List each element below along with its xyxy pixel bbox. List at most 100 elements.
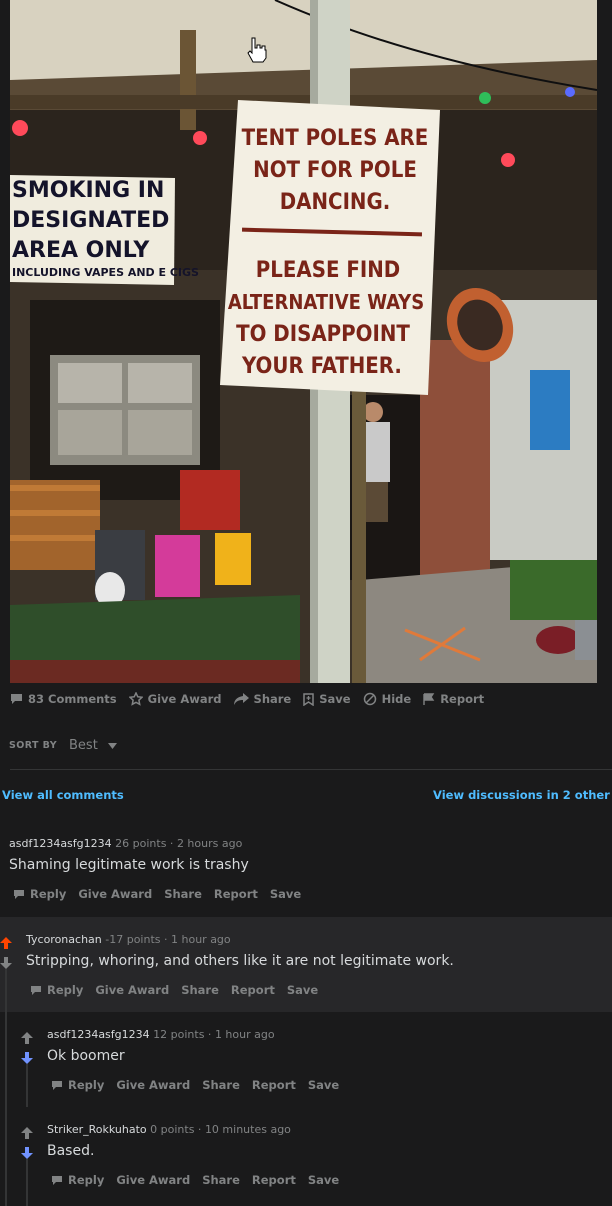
comment-icon	[13, 889, 25, 900]
comment-author[interactable]: Striker_Rokkuhato	[47, 1123, 147, 1136]
report-button[interactable]: Report	[214, 887, 258, 901]
smoking-sign-line-2: DESIGNATED	[12, 208, 169, 233]
report-button[interactable]: Report	[423, 692, 484, 706]
bookmark-icon	[303, 692, 314, 706]
comments-count: 83 Comments	[28, 692, 117, 706]
smoking-sign-line-3: AREA ONLY	[12, 238, 150, 263]
save-label: Save	[319, 692, 351, 706]
comment-actions: Reply Give Award Share Report Save	[30, 983, 318, 997]
comment-body: Stripping, whoring, and others like it a…	[26, 953, 454, 969]
comment-actions: Reply Give Award Share Report Save	[13, 887, 301, 901]
tent-sign-top-line-3: DANCING.	[280, 190, 391, 215]
reply-button[interactable]: Reply	[30, 983, 83, 997]
comment-4: Striker_Rokkuhato 0 points · 10 minutes …	[0, 1107, 612, 1206]
comments-button[interactable]: 83 Comments	[10, 692, 117, 706]
hide-circle-icon	[363, 692, 377, 706]
comment-body: Shaming legitimate work is trashy	[9, 857, 249, 873]
comment-icon	[51, 1175, 63, 1186]
caret-down-icon	[107, 742, 117, 749]
save-button[interactable]: Save	[303, 692, 351, 706]
save-button[interactable]: Save	[270, 887, 301, 901]
comment-body: Ok boomer	[47, 1048, 125, 1064]
comment-meta: Tycoronachan -17 points · 1 hour ago	[26, 933, 231, 946]
comment-3: asdf1234asfg1234 12 points · 1 hour ago …	[0, 1012, 612, 1107]
comment-points: 12 points	[153, 1028, 205, 1041]
comment-time: 1 hour ago	[171, 933, 231, 946]
reply-label: Reply	[68, 1078, 105, 1092]
comment-2: Tycoronachan -17 points · 1 hour ago Str…	[0, 917, 612, 1012]
save-button[interactable]: Save	[287, 983, 318, 997]
tent-sign-bottom-line-1: PLEASE FIND	[256, 258, 401, 283]
comment-points: 26 points	[115, 837, 167, 850]
share-arrow-icon	[233, 693, 249, 705]
report-label: Report	[440, 692, 485, 706]
comment-icon	[10, 693, 23, 705]
comment-icon	[51, 1080, 63, 1091]
comment-icon	[30, 985, 42, 996]
divider	[10, 769, 612, 770]
save-button[interactable]: Save	[308, 1173, 339, 1187]
smoking-sign-line-4: INCLUDING VAPES AND E CIGS	[12, 266, 199, 279]
view-all-comments-link[interactable]: View all comments	[2, 788, 124, 802]
thread-line[interactable]	[5, 969, 7, 1012]
share-button[interactable]: Share	[202, 1173, 240, 1187]
comment-time: 10 minutes ago	[204, 1123, 291, 1136]
comment-1: asdf1234asfg1234 26 points · 2 hours ago…	[0, 830, 612, 915]
comment-points: 0 points	[150, 1123, 195, 1136]
give-award-button[interactable]: Give Award	[116, 1173, 190, 1187]
comment-meta: Striker_Rokkuhato 0 points · 10 minutes …	[47, 1123, 291, 1136]
post-action-bar: 83 Comments Give Award Share Save Hide R…	[10, 688, 484, 710]
sort-value: Best	[69, 738, 98, 753]
share-button[interactable]: Share	[202, 1078, 240, 1092]
comment-sort: SORT BY Best	[9, 738, 117, 753]
comment-actions: Reply Give Award Share Report Save	[51, 1173, 339, 1187]
thread-line[interactable]	[26, 1159, 28, 1206]
comment-meta: asdf1234asfg1234 26 points · 2 hours ago	[9, 837, 243, 850]
reply-label: Reply	[47, 983, 84, 997]
reply-button[interactable]: Reply	[13, 887, 66, 901]
tent-sign-bottom-line-2: ALTERNATIVE WAYS	[228, 290, 424, 314]
hide-button[interactable]: Hide	[363, 692, 412, 706]
upvote-arrow-icon[interactable]	[21, 1124, 33, 1143]
tent-sign-bottom-line-4: YOUR FATHER.	[241, 354, 402, 379]
reply-button[interactable]: Reply	[51, 1173, 104, 1187]
comment-meta: asdf1234asfg1234 12 points · 1 hour ago	[47, 1028, 275, 1041]
sort-label: SORT BY	[9, 740, 57, 751]
view-discussions-link[interactable]: View discussions in 2 other com	[433, 788, 612, 802]
tent-pole-sign: TENT POLES ARE NOT FOR POLE DANCING. PLE…	[220, 100, 440, 395]
smoking-sign-line-1: SMOKING IN	[12, 178, 164, 203]
comment-actions: Reply Give Award Share Report Save	[51, 1078, 339, 1092]
post-image[interactable]: SMOKING IN DESIGNATED AREA ONLY INCLUDIN…	[10, 0, 597, 683]
upvote-arrow-icon[interactable]	[21, 1029, 33, 1048]
comment-author[interactable]: asdf1234asfg1234	[47, 1028, 150, 1041]
share-button[interactable]: Share	[164, 887, 202, 901]
give-award-button[interactable]: Give Award	[116, 1078, 190, 1092]
sort-dropdown[interactable]: Best	[69, 738, 117, 753]
comment-author[interactable]: Tycoronachan	[26, 933, 102, 946]
give-award-button[interactable]: Give Award	[95, 983, 169, 997]
post-image-scene: SMOKING IN DESIGNATED AREA ONLY INCLUDIN…	[10, 0, 597, 683]
comment-points: -17 points	[105, 933, 161, 946]
share-button[interactable]: Share	[181, 983, 219, 997]
save-button[interactable]: Save	[308, 1078, 339, 1092]
report-button[interactable]: Report	[252, 1078, 296, 1092]
report-button[interactable]: Report	[252, 1173, 296, 1187]
upvote-arrow-icon[interactable]	[0, 934, 12, 953]
give-award-label: Give Award	[147, 692, 222, 706]
share-button[interactable]: Share	[233, 692, 291, 706]
reply-button[interactable]: Reply	[51, 1078, 104, 1092]
give-award-button[interactable]: Give Award	[128, 692, 222, 706]
comment-time: 1 hour ago	[214, 1028, 275, 1041]
comment-author[interactable]: asdf1234asfg1234	[9, 837, 112, 850]
award-icon	[128, 692, 143, 706]
comment-time: 2 hours ago	[176, 837, 243, 850]
report-button[interactable]: Report	[231, 983, 275, 997]
give-award-button[interactable]: Give Award	[78, 887, 152, 901]
tent-sign-top-line-1: TENT POLES ARE	[242, 126, 429, 151]
flag-icon	[423, 692, 435, 706]
reply-label: Reply	[30, 887, 67, 901]
thread-line[interactable]	[26, 1064, 28, 1107]
hide-label: Hide	[381, 692, 412, 706]
smoking-sign: SMOKING IN DESIGNATED AREA ONLY INCLUDIN…	[10, 175, 199, 285]
tent-sign-top-line-2: NOT FOR POLE	[253, 158, 417, 183]
